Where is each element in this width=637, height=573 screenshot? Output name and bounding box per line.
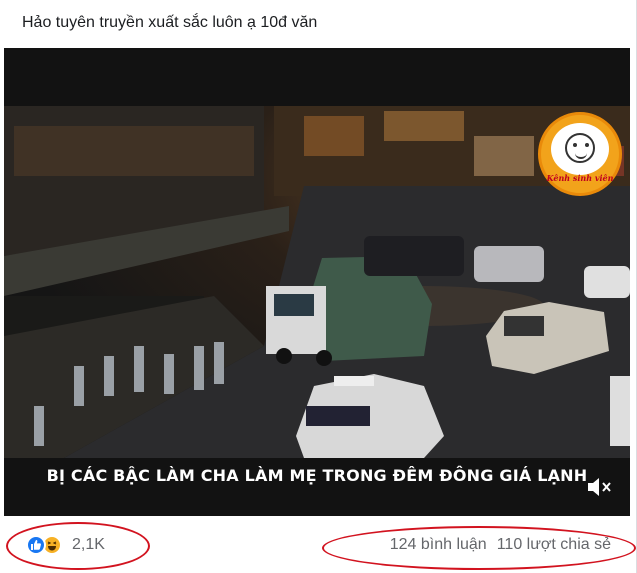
video-subtitle: BỊ CÁC BẬC LÀM CHA LÀM MẸ TRONG ĐÊM ĐÔNG… (46, 466, 588, 485)
post-footer: 2,1K 124 bình luận 110 lượt chia sẻ (0, 516, 637, 573)
video-frame: Kênh sinh viên (4, 106, 630, 458)
post-caption: Hảo tuyên truyền xuất sắc luôn ạ 10đ văn (22, 14, 318, 31)
logo-text: Kênh sinh viên (546, 173, 614, 183)
smiley-face-icon (565, 133, 595, 163)
channel-logo: Kênh sinh viên (538, 112, 622, 196)
video-player[interactable]: Kênh sinh viên BỊ CÁC BẬC LÀM CHA LÀM MẸ… (4, 48, 630, 516)
red-annotation-circle-stats (322, 526, 636, 570)
speaker-muted-icon[interactable] (586, 476, 612, 498)
facebook-post: Hảo tuyên truyền xuất sắc luôn ạ 10đ văn (0, 0, 637, 573)
street-scene-image (4, 106, 630, 458)
like-icon (26, 535, 46, 555)
